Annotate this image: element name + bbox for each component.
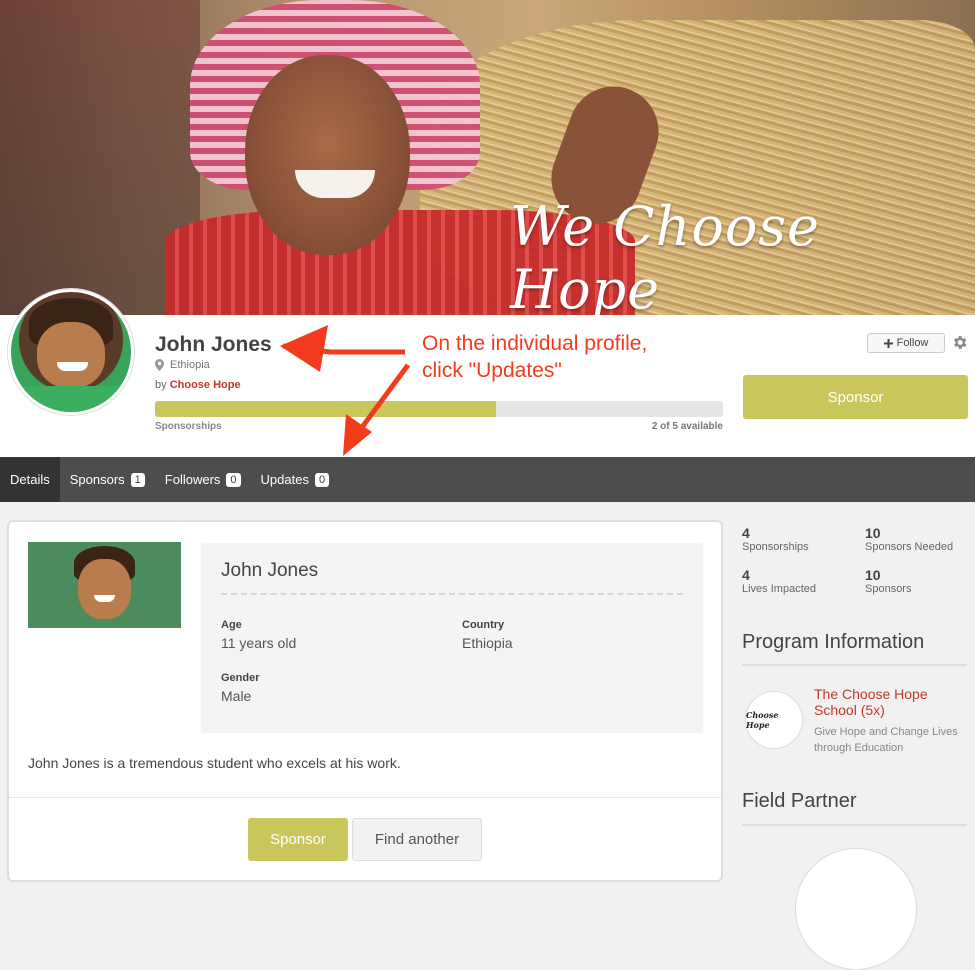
stat-lives-impacted: 4 Lives Impacted [742, 567, 816, 595]
program-logo-text: Choose Hope [746, 710, 779, 730]
stat-sponsors: 10 Sponsors [865, 567, 911, 595]
field-partner-heading: Field Partner [742, 790, 857, 812]
profile-description: John Jones is a tremendous student who e… [28, 755, 401, 771]
stat-number: 4 [742, 525, 750, 541]
tab-count-badge: 1 [130, 472, 145, 487]
profile-tabs: Details Sponsors 1 Followers 0 Updates 0 [0, 457, 975, 502]
age-value: 11 years old [221, 635, 297, 651]
gender-label: Gender [221, 672, 260, 684]
stat-number: 10 [865, 567, 881, 583]
annotation-line-1: On the individual profile, [422, 332, 648, 355]
tab-sponsors[interactable]: Sponsors 1 [60, 457, 155, 502]
program-rule [742, 664, 967, 666]
sponsor-button[interactable]: Sponsor [248, 818, 348, 861]
annotation-line-2: click "Updates" [422, 359, 562, 382]
program-logo[interactable]: Choose Hope [745, 691, 803, 749]
program-tagline: Give Hope and Change Lives through Educa… [814, 726, 958, 754]
stat-number: 4 [742, 567, 750, 583]
tab-label: Updates [260, 472, 309, 487]
thumb-face [78, 559, 131, 620]
program-name-link[interactable]: The Choose Hope School (5x) [814, 686, 974, 718]
annotation-text: On the individual profile, click "Update… [422, 330, 647, 384]
tab-count-badge: 0 [226, 472, 241, 487]
stat-label: Sponsorships [742, 541, 809, 553]
profile-photo-thumbnail [28, 542, 181, 628]
annotation-arrowhead-name [280, 325, 328, 372]
country-value: Ethiopia [462, 635, 513, 651]
gender-value: Male [221, 688, 252, 704]
tab-label: Followers [164, 472, 221, 487]
find-another-button[interactable]: Find another [352, 818, 482, 861]
program-heading: Program Information [742, 631, 925, 653]
field-partner-logo[interactable] [795, 848, 917, 970]
card-divider [9, 797, 721, 798]
country-label: Country [462, 619, 505, 631]
stat-label: Sponsors [865, 583, 912, 595]
details-divider [221, 593, 683, 595]
tab-count-badge: 0 [314, 472, 330, 487]
field-partner-rule [742, 824, 967, 826]
stat-number: 10 [865, 525, 881, 541]
stat-sponsors-needed: 10 Sponsors Needed [865, 525, 953, 553]
tab-updates[interactable]: Updates 0 [251, 457, 340, 502]
tab-details[interactable]: Details [0, 457, 60, 502]
annotation-arrow-to-updates [357, 363, 411, 432]
tab-label: Sponsors [69, 472, 125, 487]
stat-label: Lives Impacted [742, 583, 816, 595]
stat-sponsorships: 4 Sponsorships [742, 525, 809, 553]
tab-followers[interactable]: Followers 0 [155, 457, 251, 502]
details-name: John Jones [221, 560, 319, 581]
age-label: Age [221, 619, 242, 631]
stat-label: Sponsors Needed [865, 541, 954, 553]
tab-label: Details [10, 472, 50, 487]
